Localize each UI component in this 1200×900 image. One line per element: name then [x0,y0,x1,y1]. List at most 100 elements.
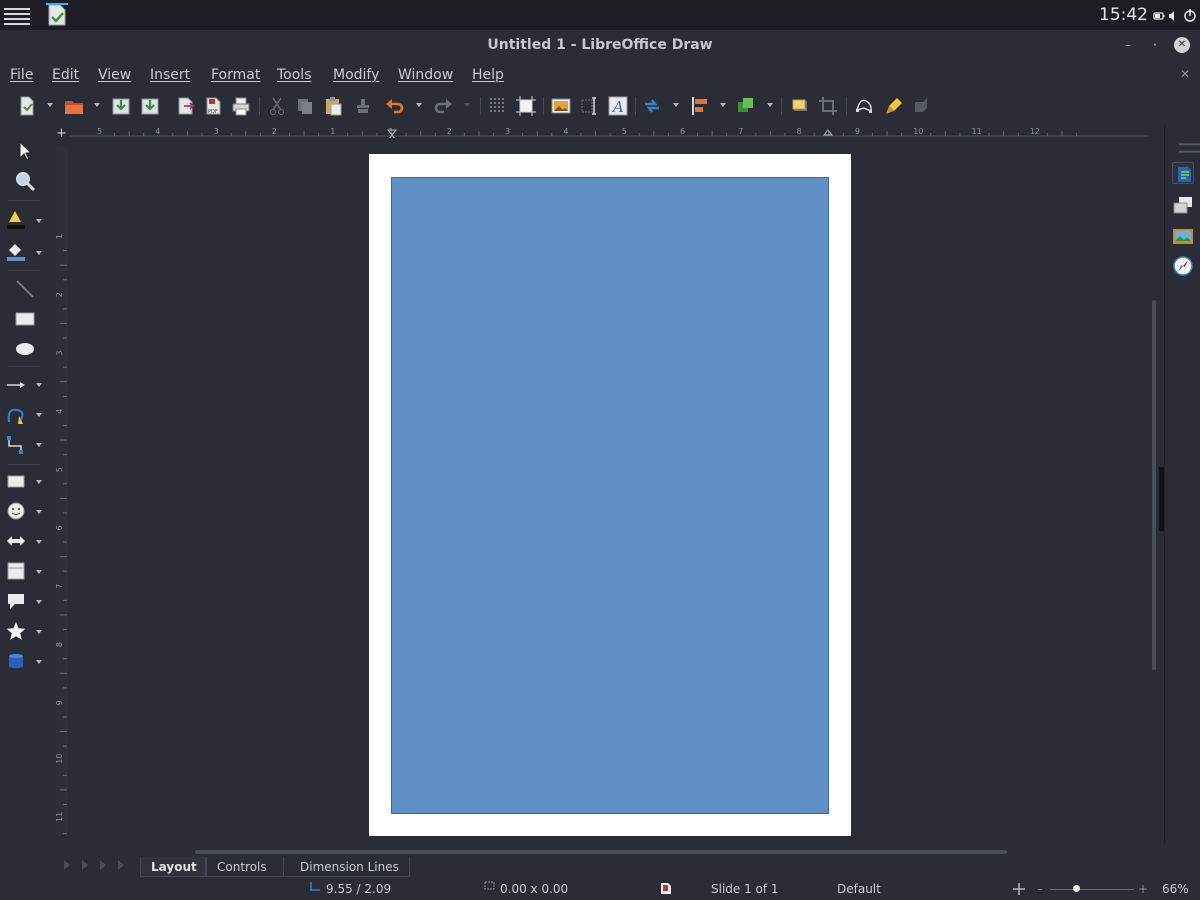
lines-arrows-dropdown-icon[interactable] [36,383,42,387]
first-tab-arrow-icon[interactable] [64,860,70,870]
block-arrows-dropdown-icon[interactable] [36,540,42,544]
save-icon[interactable] [111,96,131,116]
arrange-dropdown-icon[interactable] [767,103,773,107]
export-icon[interactable] [175,96,195,116]
menu-insert[interactable]: Insert [150,67,190,83]
fit-slide-icon[interactable] [1013,883,1025,895]
redo-icon[interactable] [433,96,453,116]
symbol-shapes-dropdown-icon[interactable] [36,510,42,514]
tab-dimension-lines[interactable]: Dimension Lines [283,857,410,877]
stars-dropdown-icon[interactable] [36,630,42,634]
symbol-shapes-icon[interactable] [5,500,27,522]
lines-arrows-icon[interactable] [5,374,27,396]
connectors-dropdown-icon[interactable] [36,443,42,447]
properties-icon[interactable] [1172,162,1194,184]
menu-view[interactable]: View [98,67,131,83]
cut-icon[interactable] [267,96,287,116]
line-color-dropdown-icon[interactable] [36,219,42,223]
curves-dropdown-icon[interactable] [36,413,42,417]
callout-dropdown-icon[interactable] [36,600,42,604]
zoom-out-button[interactable]: – [1037,882,1043,896]
line-color-icon[interactable] [5,208,27,230]
undo-dropdown-icon[interactable] [416,103,422,107]
tab-layout[interactable]: Layout [140,857,206,877]
zoom-pan-icon[interactable] [14,170,36,192]
basic-shapes-icon[interactable] [5,470,27,492]
next-tab-arrow-icon[interactable] [100,860,106,870]
minimize-button[interactable]: – [1120,37,1136,53]
libreoffice-draw-taskbar-icon[interactable] [46,3,68,27]
save-as-icon[interactable] [140,96,160,116]
horizontal-ruler[interactable]: 5 4 3 2 1 1 2 3 4 5 6 7 8 9 10 11 12 [70,126,1148,138]
points-icon[interactable] [854,96,874,116]
block-arrows-icon[interactable] [5,530,27,552]
select-pointer-icon[interactable] [14,140,36,162]
menu-edit[interactable]: Edit [52,67,79,83]
fill-color-icon[interactable] [5,240,27,262]
fontwork-icon[interactable]: A [608,96,628,116]
transformations-dropdown-icon[interactable] [673,103,679,107]
export-pdf-icon[interactable]: PDF [203,96,223,116]
stars-banners-icon[interactable] [5,620,27,642]
menu-format[interactable]: Format [211,67,260,83]
flowchart-dropdown-icon[interactable] [36,570,42,574]
open-dropdown-icon[interactable] [94,103,100,107]
sidebar-menu-icon[interactable] [1179,137,1200,153]
close-document-icon[interactable]: ✕ [1180,67,1190,81]
open-folder-icon[interactable] [64,96,84,116]
glue-points-icon[interactable] [884,96,904,116]
document-modified-icon[interactable] [660,882,672,895]
3d-objects-dropdown-icon[interactable] [36,660,42,664]
align-objects-icon[interactable] [690,96,710,116]
menu-modify[interactable]: Modify [333,67,379,83]
menu-tools[interactable]: Tools [277,67,312,83]
basic-shapes-dropdown-icon[interactable] [36,480,42,484]
print-icon[interactable] [231,96,251,116]
rectangle-shape[interactable] [391,177,829,814]
clock[interactable]: 15:42 [1099,5,1148,25]
ellipse-tool-icon[interactable] [14,338,36,360]
callout-shapes-icon[interactable] [5,590,27,612]
helplines-icon[interactable] [516,96,536,116]
system-tray[interactable] [1153,8,1198,22]
vertical-ruler[interactable]: 1 2 3 4 5 6 7 8 9 10 11 [56,146,68,836]
zoom-slider-thumb[interactable] [1073,885,1080,892]
3d-objects-icon[interactable] [5,650,27,672]
menu-window[interactable]: Window [398,67,453,83]
display-grid-icon[interactable] [488,96,508,116]
new-document-icon[interactable] [17,96,37,116]
redo-dropdown-icon[interactable] [464,103,470,107]
connectors-icon[interactable] [5,434,27,456]
flowchart-icon[interactable] [5,560,27,582]
curves-polygons-icon[interactable] [5,404,27,426]
transformations-icon[interactable] [642,96,662,116]
fill-color-dropdown-icon[interactable] [36,251,42,255]
navigator-icon[interactable] [1172,255,1194,277]
insert-image-icon[interactable] [551,96,571,116]
shadow-icon[interactable] [790,96,810,116]
previous-tab-arrow-icon[interactable] [82,860,88,870]
paste-icon[interactable] [323,96,343,116]
horizontal-scrollbar[interactable] [195,850,1007,854]
zoom-slider[interactable] [1050,889,1134,890]
new-dropdown-icon[interactable] [47,103,53,107]
undo-icon[interactable] [385,96,405,116]
rectangle-tool-icon[interactable] [14,308,36,330]
menu-help[interactable]: Help [472,67,504,83]
insert-textbox-icon[interactable] [580,96,600,116]
zoom-in-button[interactable]: + [1138,882,1148,896]
clone-formatting-icon[interactable] [353,96,373,116]
last-tab-arrow-icon[interactable] [118,860,124,870]
gallery-icon[interactable] [1172,225,1194,247]
align-dropdown-icon[interactable] [720,103,726,107]
line-tool-icon[interactable] [14,278,36,300]
menu-file[interactable]: File [10,67,33,83]
crop-image-icon[interactable] [818,96,838,116]
ruler-origin[interactable]: + [56,126,67,141]
slide-layouts-icon[interactable] [1172,195,1194,217]
zoom-level[interactable]: 66% [1162,882,1189,896]
copy-icon[interactable] [295,96,315,116]
tab-controls[interactable]: Controls [206,857,284,877]
vertical-scrollbar[interactable] [1152,300,1156,670]
arrange-icon[interactable] [736,96,756,116]
